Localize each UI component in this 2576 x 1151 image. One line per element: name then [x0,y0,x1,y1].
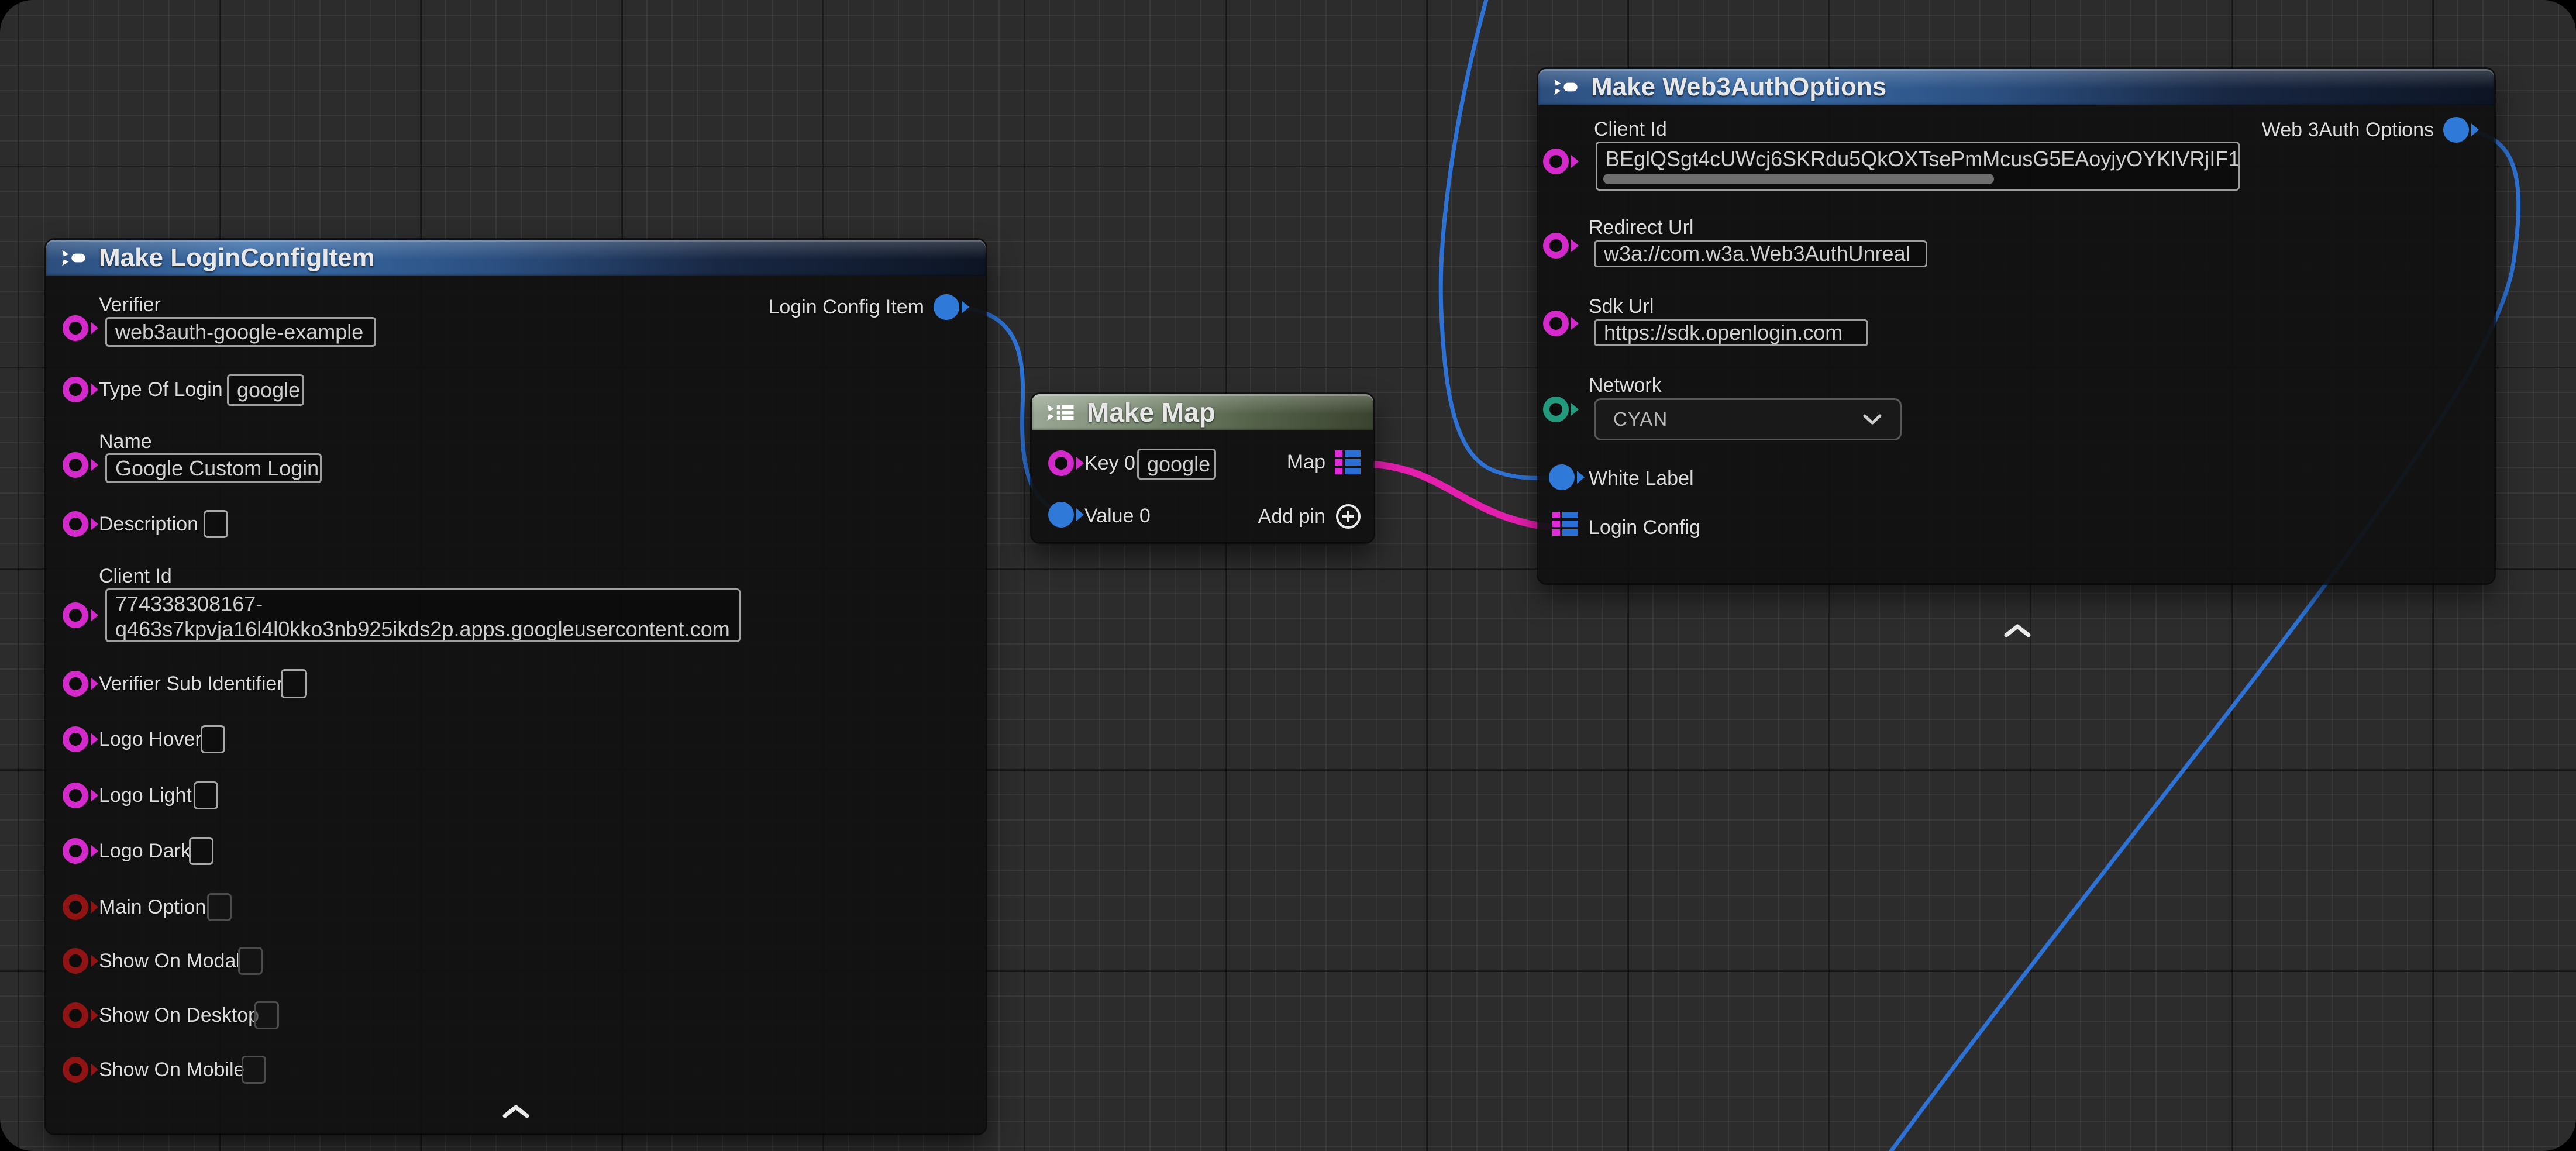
login-config-label: Login Config [1589,516,1700,539]
type-of-login-input[interactable]: google [227,374,304,406]
logo-light-label: Logo Light [99,784,192,807]
logo-light-pin[interactable] [63,783,98,808]
redirect-url-pin[interactable] [1543,233,1579,259]
key0-input[interactable]: google [1137,449,1216,480]
show-on-mobile-pin[interactable] [63,1057,98,1083]
node-header-make-loginconfigitem[interactable]: Make LoginConfigItem [46,240,986,276]
main-option-pin[interactable] [63,894,98,920]
white-label-pin[interactable] [1549,464,1585,490]
client-id-pin[interactable] [1543,149,1579,174]
show-on-modal-checkbox[interactable] [238,947,263,975]
value0-pin[interactable] [1048,502,1084,528]
map-output-row: Map [1287,450,1361,474]
verifier-sub-identifier-pin[interactable] [63,671,98,697]
web3auth-options-output-label: Web 3Auth Options [2262,119,2434,142]
value0-label: Value 0 [1084,505,1151,528]
output-pin-row: Login Config Item [769,294,970,320]
name-input[interactable]: Google Custom Login [105,453,322,483]
logo-dark-pin[interactable] [63,838,98,864]
key0-pin[interactable] [1048,450,1084,476]
make-struct-icon [60,249,87,267]
show-on-mobile-label: Show On Mobile [99,1059,244,1081]
name-label: Name [99,430,152,453]
logo-hover-checkbox[interactable] [201,725,225,753]
sdk-url-input[interactable]: https://sdk.openlogin.com [1594,319,1868,346]
network-label: Network [1589,374,1662,397]
blueprint-graph-canvas[interactable]: Make LoginConfigItem Login Config Item V… [0,0,2576,1151]
node-header-make-map[interactable]: Make Map [1032,394,1373,430]
verifier-input[interactable]: web3auth-google-example [105,317,376,347]
wire-map-to-loginconfig [1373,464,1557,528]
web3auth-options-output-pin[interactable] [2443,117,2479,143]
redirect-url-input[interactable]: w3a://com.w3a.Web3AuthUnreal [1594,240,1927,267]
verifier-sub-identifier-checkbox[interactable] [281,669,307,698]
show-on-desktop-checkbox[interactable] [254,1001,279,1029]
map-output-label: Map [1287,451,1325,474]
main-option-label: Main Option [99,896,206,919]
node-header-make-web3authoptions[interactable]: Make Web3AuthOptions [1538,69,2494,105]
logo-hover-label: Logo Hover [99,728,202,751]
client-id-label: Client Id [1594,118,1667,141]
make-struct-icon [1552,78,1579,97]
redirect-url-label: Redirect Url [1589,216,1693,239]
type-of-login-pin[interactable] [63,377,98,402]
name-pin[interactable] [63,452,98,478]
node-make-web3authoptions[interactable]: Make Web3AuthOptions Web 3Auth Options C… [1538,69,2494,583]
chevron-down-icon [1862,413,1882,425]
node-title: Make Map [1087,397,1215,428]
add-pin-plus-icon [1335,503,1362,530]
map-output-pin[interactable] [1335,450,1361,474]
client-id-input[interactable]: 774338308167-q463s7kpvja16l4l0kko3nb925i… [105,588,741,642]
type-of-login-label: Type Of Login [99,378,223,401]
key0-label: Key 0 [1084,452,1135,475]
network-dropdown[interactable]: CYAN [1594,398,1902,440]
white-label-label: White Label [1589,467,1694,490]
verifier-label: Verifier [99,294,161,316]
sdk-url-pin[interactable] [1543,311,1579,336]
make-map-icon [1046,403,1075,422]
node-make-map[interactable]: Make Map Key 0 google Map Value 0 Add pi… [1032,394,1373,542]
client-id-hscrollbar[interactable] [1603,174,1994,184]
logo-light-checkbox[interactable] [194,781,218,809]
output-pin-label: Login Config Item [769,296,925,319]
client-id-pin[interactable] [63,602,98,628]
collapse-node-chevron-icon[interactable] [501,1104,531,1122]
node-title: Make LoginConfigItem [99,243,375,273]
client-id-input[interactable]: BEglQSgt4cUWcj6SKRdu5QkOXTsePmMcusG5EAoy… [1596,142,2240,191]
description-label: Description [99,513,198,536]
show-on-mobile-checkbox[interactable] [242,1056,266,1084]
collapse-node-chevron-icon[interactable] [2003,623,2032,642]
logo-hover-pin[interactable] [63,726,98,752]
show-on-modal-pin[interactable] [63,948,98,974]
add-pin-button[interactable]: Add pin [1258,503,1362,530]
client-id-label: Client Id [99,565,172,588]
node-title: Make Web3AuthOptions [1591,73,1886,102]
description-pin[interactable] [63,511,98,537]
show-on-modal-label: Show On Modal [99,950,240,973]
login-config-pin[interactable] [1552,512,1578,536]
show-on-desktop-pin[interactable] [63,1002,98,1028]
verifier-sub-identifier-label: Verifier Sub Identifier [99,673,284,695]
main-option-checkbox[interactable] [207,893,232,921]
verifier-pin[interactable] [63,315,98,341]
logo-dark-checkbox[interactable] [189,837,213,865]
logo-dark-label: Logo Dark [99,840,191,863]
add-pin-label: Add pin [1258,505,1325,528]
network-pin[interactable] [1543,397,1579,422]
sdk-url-label: Sdk Url [1589,295,1654,318]
show-on-desktop-label: Show On Desktop [99,1004,259,1027]
network-selected-value: CYAN [1613,408,1668,430]
output-pin-row: Web 3Auth Options [2262,117,2479,143]
description-checkbox[interactable] [204,510,228,538]
login-config-item-output-pin[interactable] [934,294,969,320]
node-make-loginconfigitem[interactable]: Make LoginConfigItem Login Config Item V… [46,240,986,1133]
